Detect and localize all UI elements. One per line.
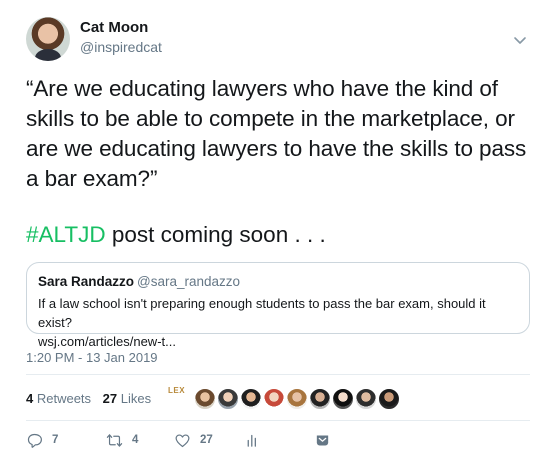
like-count: 27 bbox=[200, 434, 213, 446]
retweet-icon bbox=[106, 433, 123, 447]
hashtag-link[interactable]: #ALTJD bbox=[26, 222, 106, 247]
quoted-author-handle: @sara_randazzo bbox=[137, 274, 241, 289]
quoted-author-name: Sara Randazzo bbox=[38, 274, 135, 289]
tweet-card: Cat Moon @inspiredcat “Are we educating … bbox=[0, 0, 556, 461]
lex-logo-avatar[interactable]: LEX bbox=[168, 386, 194, 408]
liker-avatar[interactable] bbox=[309, 388, 331, 410]
liker-avatar[interactable] bbox=[240, 388, 262, 410]
dm-icon bbox=[316, 435, 329, 445]
retweets-label: Retweets bbox=[33, 391, 92, 406]
like-icon bbox=[175, 433, 190, 447]
analytics-button[interactable] bbox=[244, 430, 261, 450]
quoted-tweet[interactable]: Sara Randazzo @sara_randazzo If a law sch… bbox=[26, 262, 530, 349]
liker-avatar[interactable] bbox=[194, 388, 216, 410]
liker-avatar[interactable] bbox=[355, 388, 377, 410]
action-bar: 7 4 27 bbox=[26, 430, 346, 450]
chevron-down-icon[interactable] bbox=[512, 32, 528, 48]
quoted-tweet-line: If a law school isn't preparing enough s… bbox=[38, 296, 486, 330]
engagement-stats: 4 Retweets 27 Likes bbox=[26, 391, 159, 406]
retweet-count: 4 bbox=[132, 434, 139, 446]
divider bbox=[26, 374, 530, 375]
like-button[interactable]: 27 bbox=[174, 430, 213, 450]
liker-avatar[interactable] bbox=[217, 388, 239, 410]
author-handle[interactable]: @inspiredcat bbox=[80, 39, 162, 55]
tweet-text-tail: #ALTJD post coming soon . . . bbox=[26, 220, 326, 250]
reply-count: 7 bbox=[52, 434, 59, 446]
retweet-button[interactable]: 4 bbox=[106, 430, 138, 450]
timestamp[interactable]: 1:20 PM - 13 Jan 2019 bbox=[26, 350, 158, 365]
divider bbox=[26, 420, 530, 421]
tweet-tail-text: post coming soon . . . bbox=[105, 222, 326, 247]
author-avatar[interactable] bbox=[26, 17, 70, 61]
liker-avatar[interactable] bbox=[263, 388, 285, 410]
likes-count: 27 bbox=[102, 391, 118, 406]
liker-avatar[interactable] bbox=[378, 388, 400, 410]
analytics-icon bbox=[247, 434, 256, 447]
author-name[interactable]: Cat Moon bbox=[80, 19, 148, 36]
reply-icon bbox=[27, 433, 42, 448]
liker-avatar[interactable] bbox=[332, 388, 354, 410]
quoted-tweet-link[interactable]: wsj.com/articles/new-t... bbox=[38, 332, 522, 351]
reply-button[interactable]: 7 bbox=[26, 430, 58, 450]
likes-label: Likes bbox=[117, 391, 152, 406]
direct-message-button[interactable] bbox=[314, 430, 331, 450]
quoted-tweet-text: If a law school isn't preparing enough s… bbox=[38, 294, 522, 351]
likes-stat[interactable]: 27 Likes bbox=[103, 391, 151, 406]
quoted-tweet-header: Sara Randazzo @sara_randazzo bbox=[38, 274, 240, 289]
tweet-text: “Are we educating lawyers who have the k… bbox=[26, 76, 527, 191]
liker-avatar[interactable] bbox=[286, 388, 308, 410]
retweets-stat[interactable]: 4 Retweets bbox=[26, 391, 91, 406]
